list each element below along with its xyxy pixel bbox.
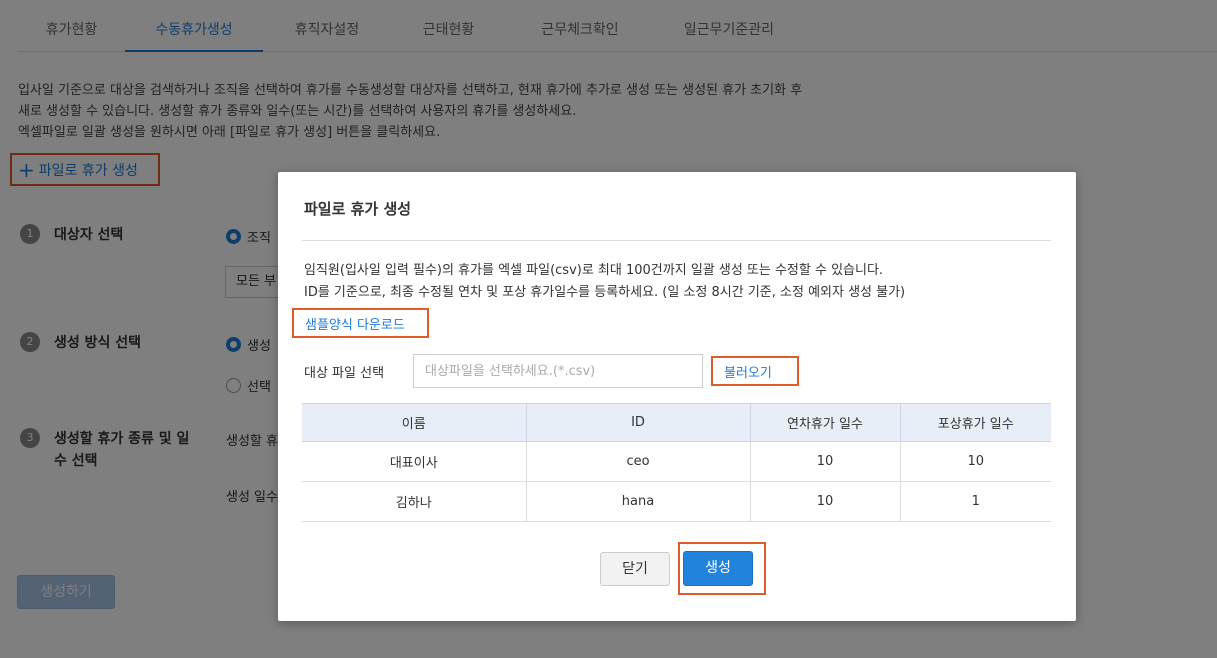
- cell-annual-days: 10: [750, 441, 901, 482]
- preview-table: 이름 ID 연차휴가 일수 포상휴가 일수 대표이사 ceo 10 10 김하나…: [302, 403, 1051, 522]
- table-row: 대표이사 ceo 10 10: [302, 441, 1051, 482]
- table-header-row: 이름 ID 연차휴가 일수 포상휴가 일수: [302, 403, 1051, 442]
- cell-name: 김하나: [302, 481, 527, 522]
- cell-id: ceo: [526, 441, 751, 482]
- file-leave-create-modal: 파일로 휴가 생성 임직원(입사일 입력 필수)의 휴가를 엑셀 파일(csv)…: [278, 172, 1076, 621]
- modal-description: 임직원(입사일 입력 필수)의 휴가를 엑셀 파일(csv)로 최대 100건까…: [304, 260, 905, 304]
- divider: [302, 240, 1051, 241]
- table-row: 김하나 hana 10 1: [302, 481, 1051, 522]
- close-button[interactable]: 닫기: [600, 552, 670, 586]
- column-header-id: ID: [526, 403, 751, 442]
- cell-annual-days: 10: [750, 481, 901, 522]
- column-header-reward-days: 포상휴가 일수: [900, 403, 1051, 442]
- cell-id: hana: [526, 481, 751, 522]
- modal-description-line: ID를 기준으로, 최종 수정될 연차 및 포상 휴가일수를 등록하세요. (일…: [304, 285, 906, 300]
- column-header-annual-days: 연차휴가 일수: [750, 403, 901, 442]
- modal-title: 파일로 휴가 생성: [304, 200, 412, 218]
- column-header-name: 이름: [302, 403, 527, 442]
- file-path-input[interactable]: [413, 354, 703, 388]
- file-select-label: 대상 파일 선택: [304, 366, 385, 381]
- create-button[interactable]: 생성: [683, 551, 753, 586]
- cell-name: 대표이사: [302, 441, 527, 482]
- sample-download-link[interactable]: 샘플양식 다운로드: [292, 308, 429, 338]
- cell-reward-days: 1: [900, 481, 1051, 522]
- modal-description-line: 임직원(입사일 입력 필수)의 휴가를 엑셀 파일(csv)로 최대 100건까…: [304, 263, 884, 278]
- cell-reward-days: 10: [900, 441, 1051, 482]
- load-file-button[interactable]: 불러오기: [711, 356, 799, 386]
